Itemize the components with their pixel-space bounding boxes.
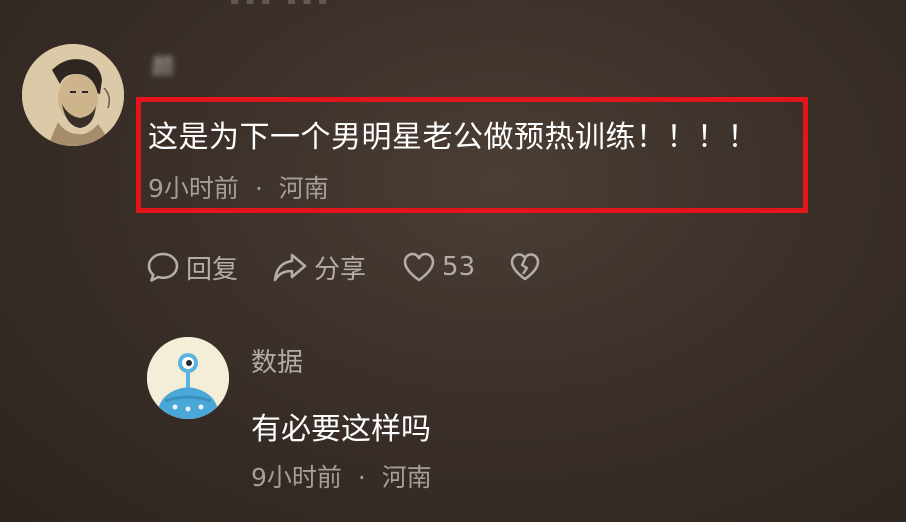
share-label: 分享 xyxy=(314,254,367,285)
user-avatar[interactable] xyxy=(22,44,124,146)
reply-label: 回复 xyxy=(186,254,239,285)
reply-meta: 9小时前 · 河南 xyxy=(251,461,432,495)
reply-text: 有必要这样吗 xyxy=(251,412,431,447)
reply-user-avatar[interactable] xyxy=(147,337,229,419)
dislike-button[interactable] xyxy=(509,246,541,288)
comment-bubble-icon xyxy=(146,250,180,284)
reply-time: 9小时前 xyxy=(251,463,342,492)
reply-username[interactable]: 数据 xyxy=(251,346,303,380)
avatar-robot-image xyxy=(147,337,229,419)
like-button[interactable]: 53 xyxy=(402,246,475,288)
heart-icon xyxy=(402,251,436,283)
broken-heart-icon xyxy=(509,251,541,283)
comment-username[interactable]: 颜 xyxy=(152,52,288,84)
like-count: 53 xyxy=(442,252,476,282)
share-button[interactable]: 分享 xyxy=(272,246,366,288)
meta-separator: · xyxy=(357,463,366,492)
comment-actions-bar: 回复 分享 53 xyxy=(146,246,541,288)
share-arrow-icon xyxy=(272,250,308,284)
top-fade-text: ▪▪▪ ▪▪▪ xyxy=(230,0,334,8)
highlight-annotation-box xyxy=(136,97,808,213)
reply-button[interactable]: 回复 xyxy=(146,246,238,288)
reply-location: 河南 xyxy=(381,463,432,492)
avatar-sketch-face-image xyxy=(22,44,124,146)
